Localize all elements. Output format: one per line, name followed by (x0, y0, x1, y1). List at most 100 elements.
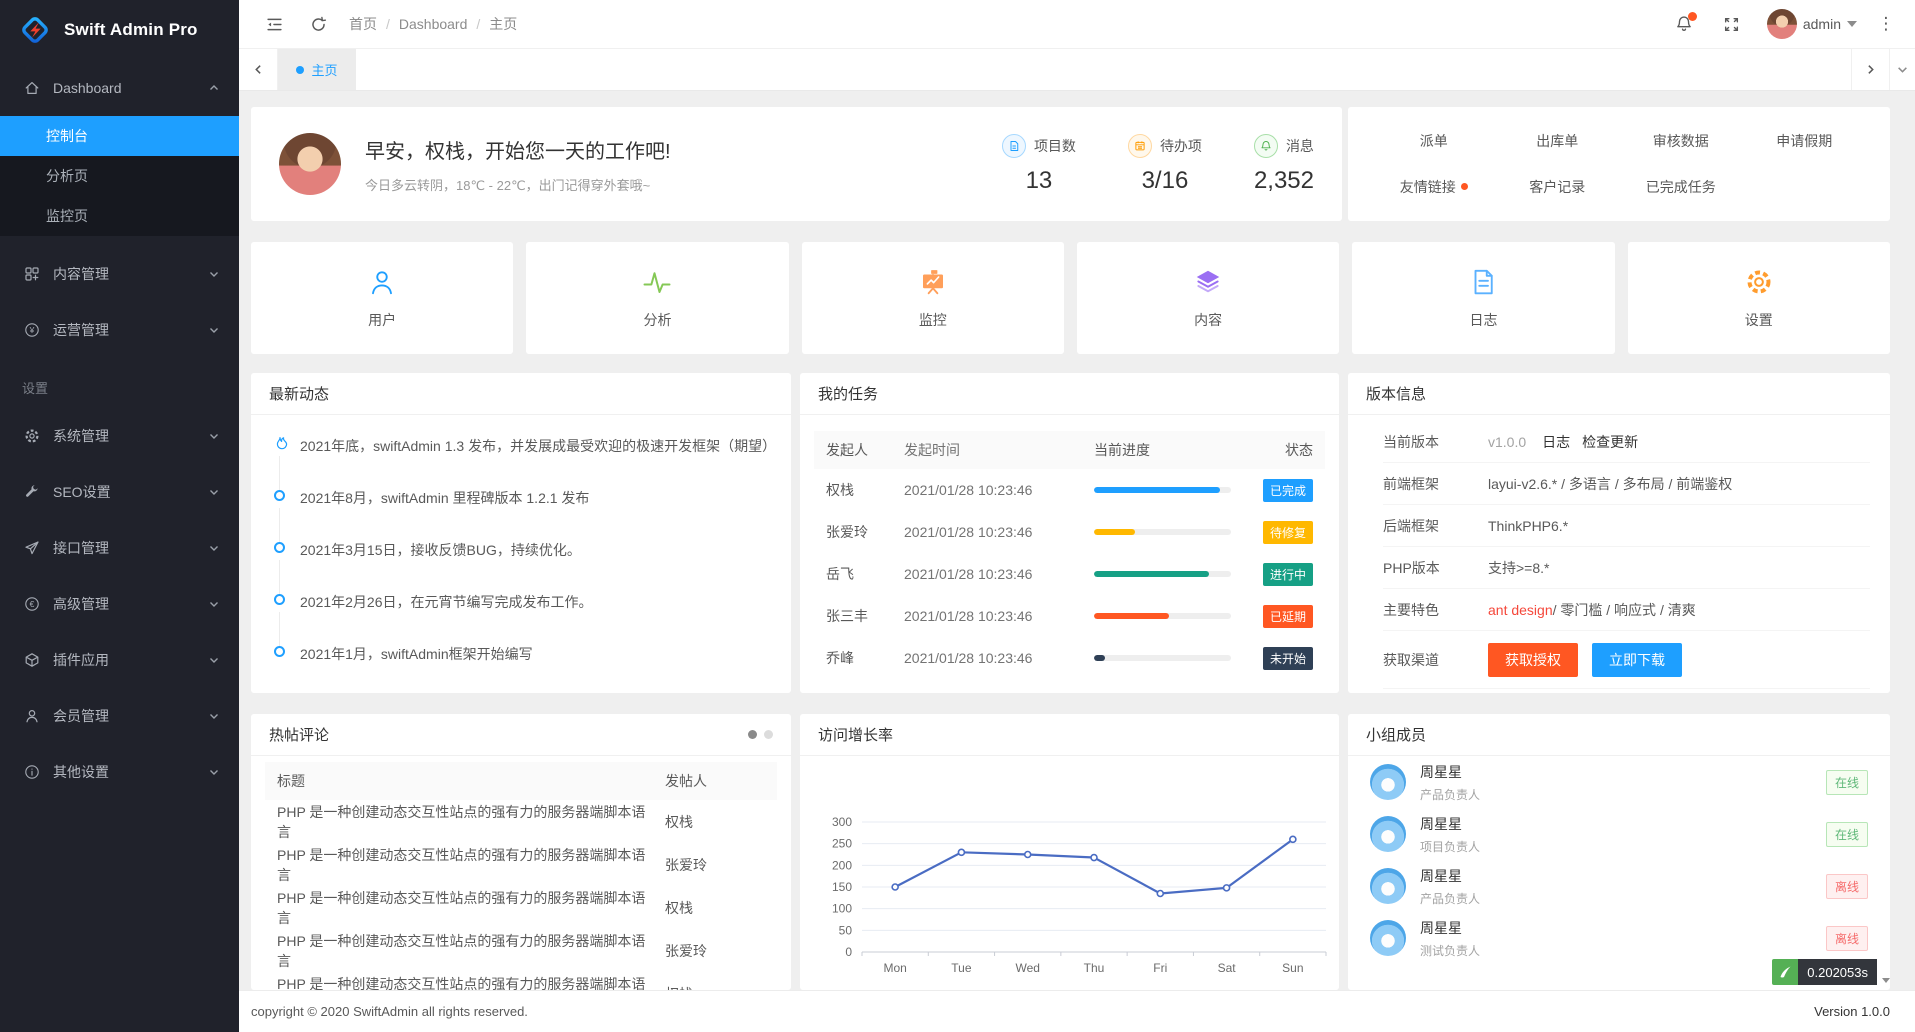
ant-design-link[interactable]: ant design (1488, 602, 1553, 618)
carousel-dots (748, 730, 773, 739)
chevron-down-icon (209, 543, 219, 553)
notifications-button[interactable] (1671, 11, 1697, 37)
table-row: 乔峰 2021/01/28 10:23:46 未开始 (800, 637, 1339, 679)
breadcrumb: 首页 / Dashboard / 主页 (349, 14, 517, 34)
tabs-dropdown-button[interactable] (1889, 49, 1915, 90)
sidebar-item-other-settings[interactable]: 其他设置 (0, 744, 239, 800)
carousel-dot-active[interactable] (748, 730, 757, 739)
quick-entry-label: 日志 (1469, 310, 1497, 330)
stat-value: 2,352 (1254, 167, 1314, 195)
stat-label: 待办项 (1160, 136, 1202, 156)
svg-text:Thu: Thu (1084, 961, 1105, 975)
task-owner: 张三丰 (826, 606, 904, 626)
get-license-button[interactable]: 获取授权 (1488, 643, 1578, 677)
quick-entry-logs[interactable]: 日志 (1352, 242, 1614, 354)
sidebar-subitem-console[interactable]: 控制台 (0, 116, 239, 156)
tab-home[interactable]: 主页 (278, 49, 356, 90)
frontend-value: layui-v2.6.* / 多语言 / 多布局 / 前端鉴权 (1488, 474, 1732, 494)
sidebar-item-content-mgmt[interactable]: 内容管理 (0, 246, 239, 302)
changelog-link[interactable]: 日志 (1542, 432, 1570, 452)
svg-text:0: 0 (845, 945, 852, 959)
sidebar-item-label: 运营管理 (53, 320, 109, 340)
shortcut-audit[interactable]: 审核数据 (1619, 131, 1743, 151)
table-row: PHP 是一种创建动态交互性站点的强有力的服务器端脚本语言 张爱玲 (251, 929, 791, 972)
status-badge: 在线 (1826, 770, 1868, 795)
sidebar-subitem-analysis[interactable]: 分析页 (0, 156, 239, 196)
table-row: PHP 是一种创建动态交互性站点的强有力的服务器端脚本语言 张爱玲 (251, 843, 791, 886)
news-text: 2021年2月26日，在元宵节编写完成发布工作。 (300, 594, 593, 610)
breadcrumb-home[interactable]: 首页 (349, 14, 377, 34)
timeline-dot-icon (274, 594, 285, 605)
tabs-scroll-right-button[interactable] (1851, 49, 1889, 90)
breadcrumb-dashboard[interactable]: Dashboard (399, 16, 468, 32)
sidebar-item-label: Dashboard (53, 80, 122, 96)
shortcut-dispatch[interactable]: 派单 (1372, 131, 1496, 151)
quick-entry-monitor[interactable]: 监控 (802, 242, 1064, 354)
quick-entry-analysis[interactable]: 分析 (526, 242, 788, 354)
sidebar-item-plugins[interactable]: 插件应用 (0, 632, 239, 688)
send-icon (24, 540, 40, 556)
shortcut-customers[interactable]: 客户记录 (1496, 177, 1620, 197)
tools-icon (24, 484, 40, 500)
stat-messages: 消息 2,352 (1254, 134, 1314, 195)
refresh-button[interactable] (303, 9, 333, 39)
shortcut-done-tasks[interactable]: 已完成任务 (1619, 177, 1743, 197)
chevron-up-icon (209, 83, 219, 93)
sidebar-item-advanced-mgmt[interactable]: € 高级管理 (0, 576, 239, 632)
quick-entry-content[interactable]: 内容 (1077, 242, 1339, 354)
tabs-scroll-left-button[interactable] (239, 49, 278, 90)
breadcrumb-current[interactable]: 主页 (489, 14, 517, 34)
check-update-link[interactable]: 检查更新 (1582, 432, 1638, 452)
avatar (1370, 920, 1406, 956)
sidebar-subitem-monitor[interactable]: 监控页 (0, 196, 239, 236)
home-icon (24, 80, 40, 96)
fire-icon (272, 436, 288, 452)
post-title-link[interactable]: PHP 是一种创建动态交互性站点的强有力的服务器端脚本语言 (277, 974, 665, 991)
svg-text:Mon: Mon (883, 961, 906, 975)
post-title-link[interactable]: PHP 是一种创建动态交互性站点的强有力的服务器端脚本语言 (277, 888, 665, 928)
progress-track (1094, 571, 1231, 577)
collapse-sidebar-button[interactable] (259, 9, 289, 39)
card-title: 访问增长率 (800, 714, 1339, 756)
sidebar-item-seo-settings[interactable]: SEO设置 (0, 464, 239, 520)
shortcut-leave[interactable]: 申请假期 (1743, 131, 1867, 151)
row-label: 当前版本 (1383, 432, 1488, 452)
member-role: 测试负责人 (1420, 942, 1480, 959)
stat-value: 3/16 (1128, 167, 1202, 195)
quick-entry-settings[interactable]: 设置 (1628, 242, 1890, 354)
stat-label: 消息 (1286, 136, 1314, 156)
news-text: 2021年8月，swiftAdmin 里程碑版本 1.2.1 发布 (300, 490, 589, 506)
quick-entry-users[interactable]: 用户 (251, 242, 513, 354)
fullscreen-button[interactable] (1717, 9, 1747, 39)
more-menu-button[interactable]: ⋮ (1877, 14, 1895, 34)
pulse-icon (642, 267, 672, 297)
caret-down-icon (1847, 21, 1857, 27)
app-logo[interactable]: Swift Admin Pro (0, 0, 239, 60)
shortcut-links[interactable]: 友情链接 (1372, 177, 1496, 197)
avatar (1767, 9, 1797, 39)
carousel-dot[interactable] (764, 730, 773, 739)
chevron-down-icon (209, 269, 219, 279)
list-item: 周星星测试负责人 离线 (1370, 912, 1868, 964)
performance-badge[interactable]: 0.202053s (1772, 959, 1890, 985)
sidebar-item-operation-mgmt[interactable]: ¥ 运营管理 (0, 302, 239, 358)
app-title: Swift Admin Pro (64, 20, 198, 40)
post-title-link[interactable]: PHP 是一种创建动态交互性站点的强有力的服务器端脚本语言 (277, 802, 665, 842)
user-menu[interactable]: admin (1767, 9, 1857, 39)
tab-label: 主页 (311, 60, 337, 79)
caret-down-icon (1882, 978, 1890, 983)
column-header: 当前进度 (1094, 440, 1255, 460)
sidebar-item-dashboard[interactable]: Dashboard (0, 60, 239, 116)
sidebar-item-member-mgmt[interactable]: 会员管理 (0, 688, 239, 744)
sidebar-item-api-mgmt[interactable]: 接口管理 (0, 520, 239, 576)
shortcut-outbound[interactable]: 出库单 (1496, 131, 1620, 151)
tab-active-dot-icon (296, 66, 304, 74)
download-button[interactable]: 立即下载 (1592, 643, 1682, 677)
task-owner: 张爱玲 (826, 522, 904, 542)
gear-icon (1744, 267, 1774, 297)
news-item: 2021年底，swiftAdmin 1.3 发布，并发展成最受欢迎的极速开发框架… (251, 424, 791, 476)
post-title-link[interactable]: PHP 是一种创建动态交互性站点的强有力的服务器端脚本语言 (277, 931, 665, 971)
post-title-link[interactable]: PHP 是一种创建动态交互性站点的强有力的服务器端脚本语言 (277, 845, 665, 885)
sidebar-item-system-mgmt[interactable]: 系统管理 (0, 408, 239, 464)
card-title: 最新动态 (251, 373, 791, 415)
